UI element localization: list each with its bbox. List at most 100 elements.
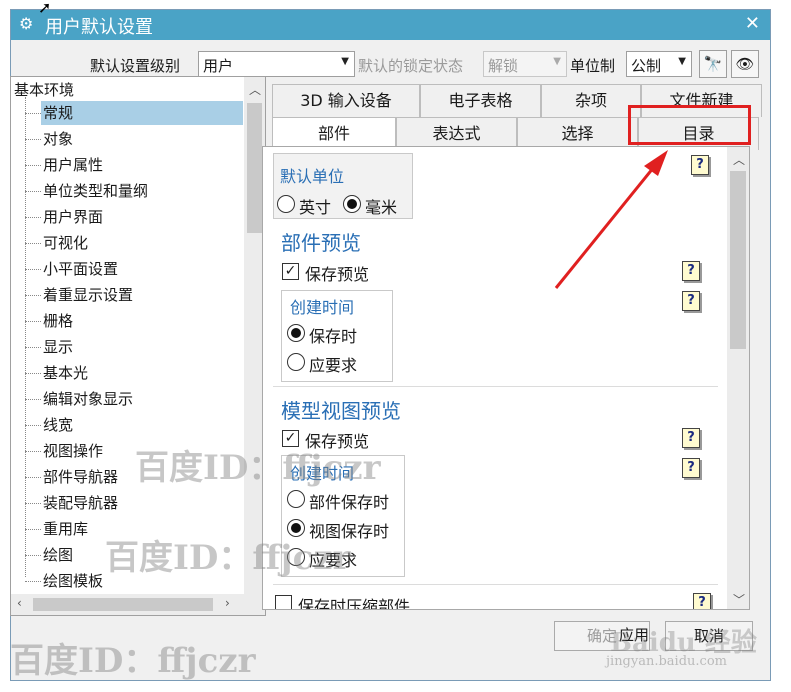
tree-root[interactable]: 基本环境 bbox=[14, 79, 74, 100]
watermark-baidu-id: 百度ID：ffjczr bbox=[135, 448, 381, 488]
highlight-box bbox=[628, 105, 751, 145]
tree-horizontal-scrollbar[interactable]: ‹ › bbox=[11, 594, 265, 615]
window-title: 用户默认设置 bbox=[45, 17, 153, 38]
chevron-down-icon: ▼ bbox=[553, 56, 561, 67]
lock-value: 解锁 bbox=[488, 57, 519, 75]
eye-edit-icon: 👁 bbox=[735, 55, 755, 73]
tree-item[interactable]: 对象 bbox=[41, 127, 221, 151]
tree-item[interactable]: 小平面设置 bbox=[41, 257, 221, 281]
section-divider bbox=[273, 386, 718, 387]
part-on-demand-label: 应要求 bbox=[309, 356, 358, 375]
tree-item[interactable]: 着重显示设置 bbox=[41, 283, 221, 307]
compress-label: 保存时压缩部件 bbox=[298, 597, 411, 610]
default-unit-title: 默认单位 bbox=[280, 167, 345, 186]
find-defaults-button[interactable]: 🔭 bbox=[699, 50, 727, 78]
help-icon[interactable]: ? bbox=[693, 593, 711, 609]
tree-hscroll-thumb[interactable] bbox=[33, 598, 213, 611]
tree-item[interactable]: 显示 bbox=[41, 335, 221, 359]
tab-3d-input[interactable]: 3D 输入设备 bbox=[272, 84, 420, 117]
panel-scrollbar[interactable]: ︿ ﹀ bbox=[727, 147, 749, 609]
tree-connector bbox=[25, 425, 41, 426]
tree-connector bbox=[25, 503, 41, 504]
tree-item[interactable]: 线宽 bbox=[41, 413, 221, 437]
tab-misc[interactable]: 杂项 bbox=[541, 84, 641, 117]
scroll-left-icon[interactable]: ‹ bbox=[17, 596, 22, 610]
chevron-down-icon: ▼ bbox=[678, 56, 686, 67]
tree-connector bbox=[25, 295, 41, 296]
part-on-save-radio[interactable] bbox=[287, 324, 305, 342]
tree-scroll-thumb[interactable] bbox=[247, 103, 262, 233]
tree-connector bbox=[25, 321, 41, 322]
watermark-url: jingyan.baidu.com bbox=[606, 654, 727, 669]
inch-radio[interactable] bbox=[277, 195, 295, 213]
compress-checkbox[interactable] bbox=[275, 595, 292, 609]
model-preview-title: 模型视图预览 bbox=[281, 399, 401, 423]
level-select[interactable]: 用户 ▼ bbox=[198, 51, 355, 77]
mouse-cursor-icon: ➚ bbox=[38, 0, 52, 17]
title-bar[interactable]: ⚙ 用户默认设置 ✕ bbox=[11, 10, 770, 40]
chevron-down-icon: ▼ bbox=[341, 56, 349, 67]
tree-connector bbox=[25, 399, 41, 400]
unit-label: 单位制 bbox=[570, 57, 616, 75]
tree-connector bbox=[25, 269, 41, 270]
lock-select: 解锁 ▼ bbox=[483, 51, 567, 77]
scroll-up-icon[interactable]: ︿ bbox=[733, 151, 745, 168]
tree-item[interactable]: 常规 bbox=[41, 101, 243, 125]
part-preview-title: 部件预览 bbox=[281, 231, 361, 255]
part-save-label: 部件保存时 bbox=[309, 493, 390, 512]
watermark-baidu-id: 百度ID：ffjczr bbox=[10, 641, 256, 681]
manage-defaults-button[interactable]: 👁 bbox=[731, 50, 759, 78]
tree-connector bbox=[25, 139, 41, 140]
tree-connector bbox=[25, 113, 41, 114]
part-on-save-label: 保存时 bbox=[309, 327, 358, 346]
scroll-down-icon[interactable]: ﹀ bbox=[733, 591, 745, 608]
tree-item[interactable]: 基本光 bbox=[41, 361, 221, 385]
unit-select[interactable]: 公制 ▼ bbox=[626, 51, 692, 77]
tree-connector bbox=[25, 555, 41, 556]
watermark-baidu-id: 百度ID：ffjczr bbox=[105, 538, 351, 578]
help-icon[interactable]: ? bbox=[691, 155, 709, 175]
scroll-right-icon[interactable]: › bbox=[225, 596, 230, 610]
help-icon[interactable]: ? bbox=[682, 428, 700, 448]
part-on-demand-radio[interactable] bbox=[287, 353, 305, 371]
tree-connector bbox=[25, 191, 41, 192]
mm-radio[interactable] bbox=[343, 195, 361, 213]
tree-item[interactable]: 编辑对象显示 bbox=[41, 387, 221, 411]
tree-item[interactable]: 可视化 bbox=[41, 231, 221, 255]
arrow-shaft bbox=[554, 161, 660, 289]
tree-connector bbox=[25, 243, 41, 244]
scroll-up-icon[interactable]: ︿ bbox=[249, 81, 261, 98]
tree-connector bbox=[25, 529, 41, 530]
tree-connector bbox=[25, 217, 41, 218]
part-save-preview-label: 保存预览 bbox=[305, 265, 370, 284]
tree-connector bbox=[25, 477, 41, 478]
help-icon[interactable]: ? bbox=[682, 261, 700, 281]
help-icon[interactable]: ? bbox=[682, 458, 700, 478]
tree-connector bbox=[25, 347, 41, 348]
tree-connector bbox=[25, 373, 41, 374]
tree-connector bbox=[25, 97, 26, 577]
lock-label: 默认的锁定状态 bbox=[358, 57, 464, 75]
binoculars-icon: 🔭 bbox=[703, 55, 723, 73]
part-save-preview-checkbox[interactable]: ✓ bbox=[282, 263, 299, 280]
part-save-radio[interactable] bbox=[287, 490, 305, 508]
tree-item[interactable]: 栅格 bbox=[41, 309, 221, 333]
unit-value: 公制 bbox=[631, 57, 662, 75]
annotation-arrow bbox=[554, 150, 668, 289]
tree-connector bbox=[25, 581, 41, 582]
section-divider bbox=[273, 584, 718, 585]
help-icon[interactable]: ? bbox=[682, 291, 700, 311]
arrow-head bbox=[644, 150, 668, 176]
tree-item[interactable]: 单位类型和量纲 bbox=[41, 179, 221, 203]
panel-scroll-thumb[interactable] bbox=[730, 171, 746, 349]
mm-label: 毫米 bbox=[365, 198, 398, 217]
close-button[interactable]: ✕ bbox=[745, 13, 760, 34]
inch-label: 英寸 bbox=[299, 198, 332, 217]
part-create-time-label: 创建时间 bbox=[290, 298, 355, 317]
tree-item[interactable]: 用户界面 bbox=[41, 205, 221, 229]
tab-spreadsheet[interactable]: 电子表格 bbox=[420, 84, 541, 117]
tree-item[interactable]: 用户属性 bbox=[41, 153, 221, 177]
tree-item[interactable]: 装配导航器 bbox=[41, 491, 221, 515]
gear-icon: ⚙ bbox=[19, 14, 34, 33]
tree-connector bbox=[25, 165, 41, 166]
